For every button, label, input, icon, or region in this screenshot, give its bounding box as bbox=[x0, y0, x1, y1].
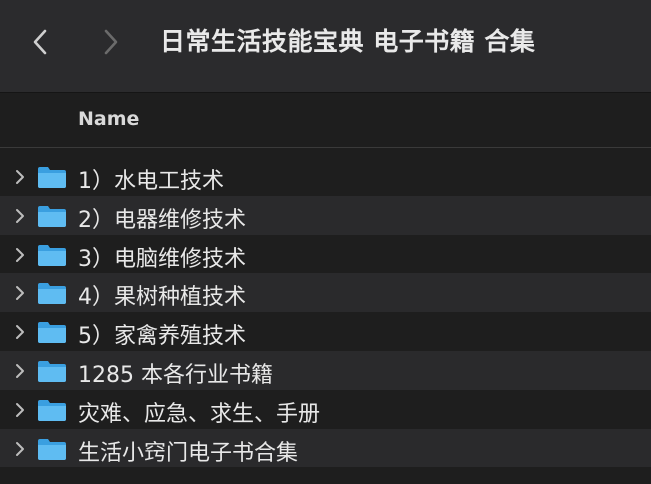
list-item-label: 生活小窍门电子书合集 bbox=[78, 440, 299, 466]
file-list: Name 1）水电工技术 2）电器维修技术 3）电脑维修技术 4）果树种植技术 … bbox=[0, 93, 651, 484]
list-item-label: 灾难、应急、求生、手册 bbox=[78, 401, 321, 427]
back-button[interactable] bbox=[27, 24, 53, 60]
disclosure-chevron-icon[interactable] bbox=[14, 324, 26, 340]
list-item-label: 5）家禽养殖技术 bbox=[78, 324, 246, 350]
list-item[interactable]: 灾难、应急、求生、手册 bbox=[0, 390, 651, 429]
toolbar: 日常生活技能宝典 电子书籍 合集 bbox=[0, 0, 651, 93]
list-item[interactable]: 3）电脑维修技术 bbox=[0, 235, 651, 274]
folder-icon bbox=[38, 283, 66, 305]
list-item-label: 3）电脑维修技术 bbox=[78, 246, 246, 272]
list-item[interactable]: 生活小窍门电子书合集 bbox=[0, 428, 651, 468]
list-item[interactable]: 1）水电工技术 bbox=[0, 157, 651, 196]
list-item-label: 1285 本各行业书籍 bbox=[78, 362, 273, 388]
folder-icon bbox=[38, 399, 66, 421]
file-rows: 1）水电工技术 2）电器维修技术 3）电脑维修技术 4）果树种植技术 5）家禽养 bbox=[0, 157, 651, 468]
column-name-header[interactable]: Name bbox=[78, 108, 139, 130]
forward-button[interactable] bbox=[98, 24, 124, 60]
list-item[interactable]: 5）家禽养殖技术 bbox=[0, 312, 651, 351]
folder-icon bbox=[38, 167, 66, 188]
list-item-label: 1）水电工技术 bbox=[78, 169, 224, 194]
folder-icon bbox=[38, 322, 66, 344]
window-title: 日常生活技能宝典 电子书籍 合集 bbox=[160, 27, 536, 56]
folder-icon bbox=[38, 360, 66, 382]
disclosure-chevron-icon[interactable] bbox=[14, 247, 26, 263]
chevron-left-icon bbox=[33, 29, 47, 55]
column-header: Name bbox=[0, 93, 651, 148]
disclosure-chevron-icon[interactable] bbox=[14, 441, 26, 457]
disclosure-chevron-icon[interactable] bbox=[14, 208, 26, 224]
disclosure-chevron-icon[interactable] bbox=[14, 169, 26, 185]
list-item[interactable]: 1285 本各行业书籍 bbox=[0, 350, 651, 390]
list-item[interactable]: 2）电器维修技术 bbox=[0, 195, 651, 235]
disclosure-chevron-icon[interactable] bbox=[14, 363, 26, 379]
list-item-label: 2）电器维修技术 bbox=[78, 207, 246, 233]
folder-icon bbox=[38, 205, 66, 227]
disclosure-chevron-icon[interactable] bbox=[14, 285, 26, 301]
disclosure-chevron-icon[interactable] bbox=[14, 402, 26, 418]
list-item[interactable]: 4）果树种植技术 bbox=[0, 273, 651, 313]
folder-icon bbox=[38, 244, 66, 266]
finder-window: 日常生活技能宝典 电子书籍 合集 Name 1）水电工技术 2）电器维修技术 3… bbox=[0, 0, 651, 484]
list-item-label: 4）果树种植技术 bbox=[78, 285, 246, 311]
folder-icon bbox=[38, 438, 66, 460]
chevron-right-icon bbox=[104, 29, 118, 55]
